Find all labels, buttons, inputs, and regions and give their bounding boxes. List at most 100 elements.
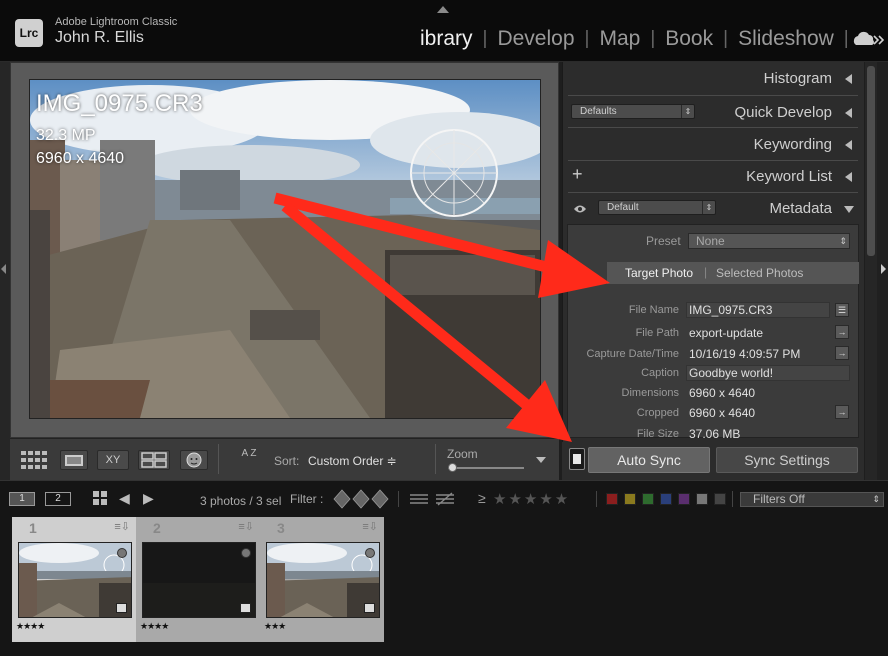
histogram-title: Histogram — [763, 70, 832, 87]
color-label-swatch[interactable] — [606, 493, 618, 505]
thumbnail[interactable] — [18, 542, 132, 618]
keywording-title: Keywording — [753, 136, 832, 153]
add-keyword-icon[interactable]: + — [572, 164, 583, 185]
thumbnail[interactable] — [266, 542, 380, 618]
forward-arrow-icon[interactable]: ▶ — [143, 490, 154, 507]
preset-select[interactable]: None ⇕ — [688, 233, 850, 249]
color-label-swatch[interactable] — [624, 493, 636, 505]
selected-photos-tab[interactable]: Selected Photos — [716, 266, 803, 280]
cell-rating-stars[interactable]: ★★★★ — [16, 621, 45, 632]
filter-preset-value: Filters Off — [753, 492, 805, 506]
secondary-window-button[interactable]: 2 — [45, 492, 71, 506]
loupe-photo[interactable] — [29, 79, 541, 419]
color-label-swatch[interactable] — [660, 493, 672, 505]
flag-filter-icon[interactable] — [333, 489, 391, 514]
rating-operator[interactable]: ≥ — [478, 490, 486, 506]
color-label-swatch[interactable] — [696, 493, 708, 505]
cropped-label: Cropped — [636, 407, 679, 419]
grid-icon[interactable] — [93, 491, 107, 510]
cloud-sync-icon[interactable] — [852, 30, 886, 55]
module-map[interactable]: Map — [589, 27, 650, 51]
module-slideshow[interactable]: Slideshow — [728, 27, 844, 51]
filmstrip-divider — [732, 491, 733, 507]
module-book[interactable]: Book — [655, 27, 723, 51]
virtual-copy-icon — [116, 603, 127, 613]
badge-icon[interactable]: ≡⇩ — [114, 520, 130, 533]
cell-rating-stars[interactable]: ★★★ — [264, 621, 286, 632]
survey-view-icon — [141, 452, 167, 468]
collapse-arrow-icon — [845, 172, 852, 182]
sort-direction-icon[interactable]: A Z — [232, 449, 266, 459]
grid-view-icon[interactable] — [20, 450, 50, 470]
left-panel-toggle[interactable] — [0, 62, 10, 480]
filmstrip-cell[interactable]: 2 ≡⇩ ★★★★ — [136, 517, 260, 642]
right-panel-toggle[interactable] — [877, 62, 888, 480]
toolbar-divider — [435, 444, 436, 474]
cell-index: 2 — [153, 520, 161, 536]
rating-filter-stars[interactable]: ★★★★★ — [493, 490, 570, 508]
preset-label: Preset — [646, 234, 681, 248]
file-name-label: File Name — [628, 304, 679, 316]
lrc-logo: Lrc — [15, 19, 43, 47]
auto-sync-switch[interactable] — [569, 448, 585, 470]
thumbnail[interactable] — [142, 542, 256, 618]
go-to-crop-icon[interactable]: → — [835, 405, 849, 419]
file-path-label: File Path — [635, 327, 679, 339]
develop-settings-icon — [241, 548, 251, 558]
quick-develop-preset-value: Defaults — [580, 106, 617, 117]
caption-label: Caption — [641, 367, 679, 379]
module-library[interactable]: ibrary — [418, 27, 483, 51]
badge-icon[interactable]: ≡⇩ — [238, 520, 254, 533]
file-name-value[interactable]: IMG_0975.CR3 — [689, 303, 772, 317]
capture-date-value: 10/16/19 4:09:57 PM — [689, 347, 801, 361]
people-view-button[interactable] — [180, 450, 208, 470]
cell-rating-stars[interactable]: ★★★★ — [140, 621, 169, 632]
color-label-swatch[interactable] — [714, 493, 726, 505]
collapse-arrow-icon — [845, 140, 852, 150]
file-path-value: export-update — [689, 326, 764, 340]
survey-view-button[interactable] — [138, 450, 170, 470]
top-panel-toggle-icon[interactable] — [437, 6, 449, 13]
metadata-preset-select[interactable]: Default ⇕ — [598, 200, 716, 215]
filter-preset-select[interactable]: Filters Off ⇕ — [740, 492, 884, 507]
target-photo-tab[interactable]: Target Photo — [625, 266, 693, 280]
capture-date-label: Capture Date/Time — [586, 348, 679, 360]
histogram-panel-header[interactable]: Histogram — [562, 63, 864, 95]
toggle-separator: | — [704, 265, 708, 279]
badge-icon[interactable]: ≡⇩ — [362, 520, 378, 533]
eye-icon[interactable] — [573, 201, 587, 219]
virtual-copy-icon — [240, 603, 251, 613]
filmstrip-cell[interactable]: 3 ≡⇩ ★★★ — [260, 517, 384, 642]
primary-window-button[interactable]: 1 — [9, 492, 35, 506]
edit-capture-time-icon[interactable]: → — [835, 346, 849, 360]
back-arrow-icon[interactable]: ◀ — [119, 490, 130, 507]
edited-filter-icon[interactable] — [408, 491, 458, 512]
cropped-value: 6960 x 4640 — [689, 406, 756, 420]
show-in-folder-icon[interactable]: → — [835, 325, 849, 339]
filmstrip-divider — [398, 491, 399, 507]
toolbar-content-dropdown-icon[interactable] — [536, 457, 546, 463]
auto-sync-button[interactable]: Auto Sync — [588, 447, 710, 473]
caption-value[interactable]: Goodbye world! — [689, 366, 773, 380]
scrollbar-thumb[interactable] — [867, 66, 875, 256]
filmstrip-cell[interactable]: 1 ≡⇩ ★★★★ — [12, 517, 136, 642]
toolbar-divider — [218, 444, 219, 474]
sort-order-select[interactable]: Custom Order ≑ — [308, 454, 397, 468]
quick-develop-preset-select[interactable]: Defaults ⇕ — [571, 104, 695, 119]
dimensions-value: 6960 x 4640 — [689, 386, 756, 400]
compare-view-button[interactable]: XY — [97, 450, 129, 470]
module-develop[interactable]: Develop — [487, 27, 584, 51]
color-label-swatch[interactable] — [642, 493, 654, 505]
loupe-view-button[interactable] — [60, 450, 88, 470]
cell-index: 1 — [29, 520, 37, 536]
zoom-slider-thumb[interactable] — [447, 463, 457, 472]
sync-settings-button[interactable]: Sync Settings — [716, 447, 858, 473]
keywording-panel-header[interactable]: Keywording — [562, 129, 864, 161]
filmstrip-divider — [596, 491, 597, 507]
rename-icon[interactable]: ☰ — [835, 303, 849, 317]
zoom-slider[interactable] — [448, 467, 524, 469]
color-label-swatch[interactable] — [678, 493, 690, 505]
keyword-list-panel-header[interactable]: + Keyword List — [562, 161, 864, 193]
loupe-view-icon — [65, 454, 83, 466]
preset-value: None — [696, 234, 725, 248]
